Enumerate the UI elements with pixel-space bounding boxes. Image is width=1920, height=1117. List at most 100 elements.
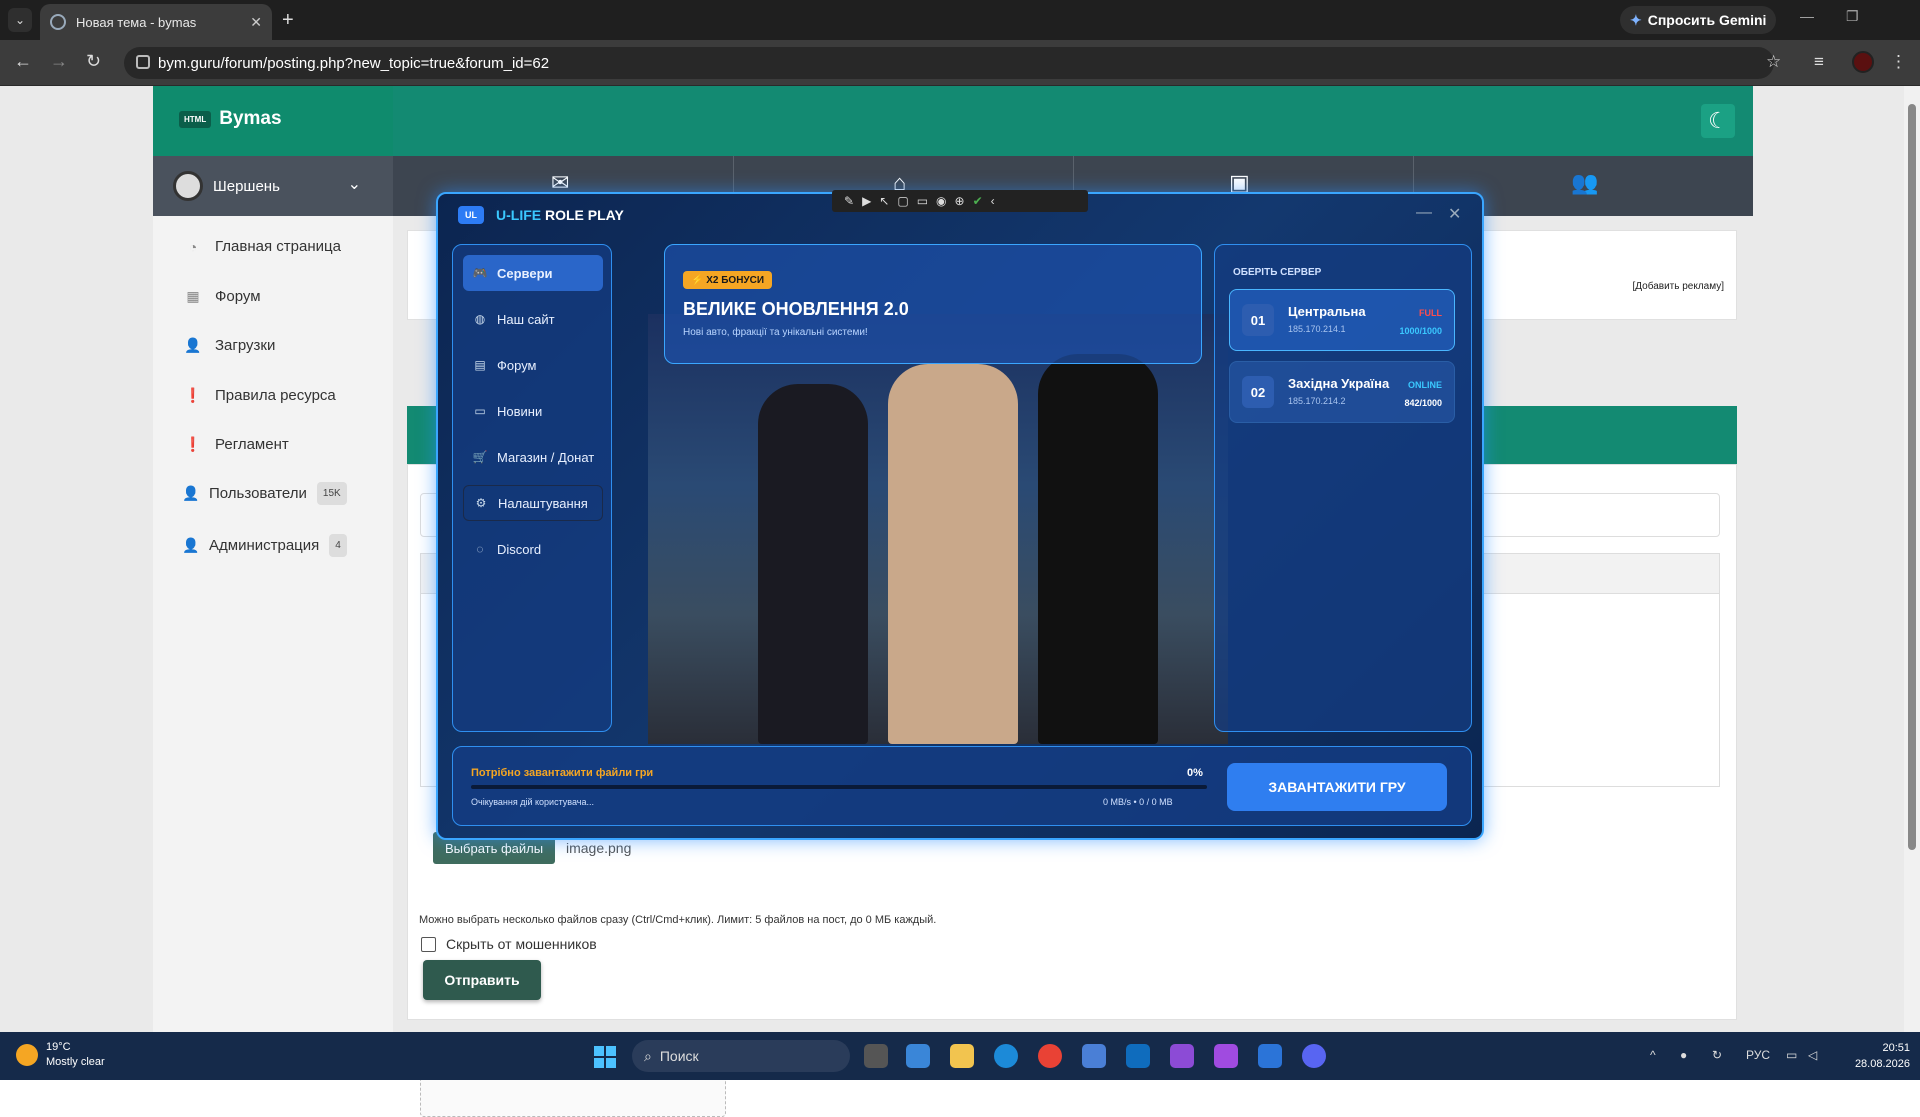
menu-item-servers[interactable]: 🎮 Сервери (463, 255, 603, 291)
update-banner[interactable]: ⚡ X2 БОНУСИ ВЕЛИКЕ ОНОВЛЕННЯ 2.0 Нові ав… (664, 244, 1202, 364)
sidebar-item-users[interactable]: 👤 Пользователи 15K (182, 482, 347, 505)
more-menu-icon[interactable]: ⋮ (1890, 52, 1907, 72)
launcher-taskbar-icon[interactable] (1258, 1044, 1282, 1068)
back-icon[interactable]: ← (14, 51, 32, 72)
scrollbar-thumb[interactable] (1908, 104, 1916, 850)
reload-icon[interactable]: ↻ (86, 51, 101, 72)
sidebar: ◔ Главная страница ▦ Форум 👤 Загрузки ❗ Прав… (153, 216, 393, 1032)
check-icon[interactable]: ✔ (973, 194, 983, 208)
launcher-menu: 🎮 Сервери ◍ Наш сайт ▤ Форум ▭ Новини 🛒 Магаз… (452, 244, 612, 732)
address-bar-row: ← → ↻ bym.guru/forum/posting.php?new_top… (0, 40, 1920, 86)
menu-item-label: Налаштування (498, 495, 588, 511)
tray-chevron-up-icon[interactable]: ^ (1650, 1048, 1656, 1062)
clock[interactable]: 20:51 28.08.2026 (1830, 1040, 1910, 1072)
server-ip: 185.170.214.1 (1288, 324, 1346, 334)
chrome-icon[interactable] (1038, 1044, 1062, 1068)
tray-sync-icon[interactable]: ↻ (1712, 1048, 1722, 1062)
add-ad-link[interactable]: [Добавить рекламу] (1632, 281, 1724, 292)
screen-icon[interactable]: ▭ (917, 194, 928, 208)
users-icon[interactable]: 👥 (1571, 170, 1598, 196)
menu-item-shop[interactable]: 🛒 Магазин / Донат (463, 439, 603, 475)
tray-app-icon[interactable]: ● (1680, 1048, 1687, 1062)
close-tab-icon[interactable]: ✕ (250, 14, 262, 31)
theme-toggle-moon-icon[interactable]: ☾ (1701, 104, 1735, 138)
url-field[interactable]: bym.guru/forum/posting.php?new_topic=tru… (124, 47, 1774, 79)
sidebar-item-forum[interactable]: ▦ Форум (185, 288, 260, 305)
weather-text: Mostly clear (46, 1056, 105, 1068)
profile-avatar-icon[interactable] (1852, 51, 1874, 73)
site-settings-icon[interactable] (136, 55, 150, 69)
discord-icon[interactable] (1302, 1044, 1326, 1068)
sidebar-item-downloads[interactable]: 👤 Загрузки (184, 337, 275, 354)
tab-menu-icon[interactable]: ⌄ (8, 8, 32, 32)
network-icon[interactable]: ▭ (1786, 1048, 1797, 1062)
user-menu[interactable]: Шершень ⌄ (153, 156, 393, 216)
volume-icon[interactable]: ◁ (1808, 1048, 1817, 1062)
frame-icon[interactable]: ▢ (897, 194, 908, 208)
browser-tab[interactable]: Новая тема - bymas ✕ (40, 4, 272, 40)
server-number: 01 (1242, 304, 1274, 336)
menu-item-settings[interactable]: ⚙ Налаштування (463, 485, 603, 521)
launcher-minimize-icon[interactable]: — (1416, 204, 1432, 222)
game-launcher-window: UL U-LIFE ROLE PLAY — ✕ 🎮 Сервери ◍ Наш са… (436, 192, 1484, 840)
cursor-icon[interactable]: ↖ (879, 194, 889, 208)
upload-hint: Можно выбрать несколько файлов сразу (Ct… (419, 914, 937, 926)
visual-studio-2-icon[interactable] (1214, 1044, 1238, 1068)
m365-icon[interactable] (906, 1044, 930, 1068)
windows-start-icon[interactable] (594, 1046, 616, 1068)
avatar (173, 171, 203, 201)
sidebar-item-home[interactable]: ◔ Главная страница (185, 238, 341, 255)
user-icon: 👤 (182, 485, 200, 501)
server-number: 02 (1242, 376, 1274, 408)
page-scrollbar[interactable] (1904, 86, 1920, 1032)
character-figure (758, 384, 868, 744)
media-icon[interactable]: ≡ (1814, 52, 1824, 72)
logo-text: Bymas (219, 108, 282, 129)
outlook-icon[interactable] (1126, 1044, 1150, 1068)
menu-item-discord[interactable]: ◌ Discord (463, 531, 603, 567)
accessibility-icon[interactable]: ⊕ (955, 194, 965, 208)
menu-item-website[interactable]: ◍ Наш сайт (463, 301, 603, 337)
edit-icon[interactable]: ✎ (844, 194, 854, 208)
minimize-icon[interactable]: — (1800, 8, 1814, 24)
edge-icon[interactable] (994, 1044, 1018, 1068)
visual-studio-icon[interactable] (1170, 1044, 1194, 1068)
sidebar-item-label: Регламент (215, 436, 289, 453)
character-figure (888, 364, 1018, 744)
video-icon[interactable]: ▶ (862, 194, 871, 208)
count-badge: 15K (316, 482, 347, 505)
chevron-left-icon[interactable]: ‹ (991, 194, 995, 208)
server-card-west[interactable]: 02 Західна Україна 185.170.214.2 ONLINE … (1229, 361, 1455, 423)
banner-subtitle: Нові авто, фракції та унікальні системи! (683, 327, 868, 338)
menu-item-news[interactable]: ▭ Новини (463, 393, 603, 429)
server-player-count: 842/1000 (1404, 398, 1442, 408)
sidebar-item-admins[interactable]: 👤 Администрация 4 (182, 534, 347, 557)
download-game-button[interactable]: ЗАВАНТАЖИТИ ГРУ (1227, 763, 1447, 811)
hide-from-scammers-checkbox[interactable]: Скрыть от мошенников (421, 936, 597, 952)
store-icon[interactable] (1082, 1044, 1106, 1068)
bookmark-star-icon[interactable]: ☆ (1766, 52, 1781, 72)
sidebar-item-rules[interactable]: ❗ Правила ресурса (184, 387, 336, 404)
server-card-central[interactable]: 01 Центральна 185.170.214.1 FULL 1000/10… (1229, 289, 1455, 351)
launcher-close-icon[interactable]: ✕ (1448, 204, 1461, 224)
input-language[interactable]: РУС (1746, 1048, 1770, 1062)
submit-button[interactable]: Отправить (423, 960, 541, 1000)
launcher-brand: U-LIFE ROLE PLAY (496, 207, 624, 223)
search-icon: ⌕ (644, 1047, 652, 1064)
new-tab-icon[interactable]: + (282, 8, 294, 32)
taskbar-search[interactable]: ⌕ Поиск (632, 1040, 850, 1072)
site-logo[interactable]: HTML Bymas (179, 108, 282, 130)
characters-artwork (648, 314, 1228, 744)
menu-item-forum[interactable]: ▤ Форум (463, 347, 603, 383)
gamepad-icon[interactable]: ◉ (936, 194, 946, 208)
sidebar-item-regulations[interactable]: ❗ Регламент (184, 436, 289, 453)
browser-tab-strip: ⌄ Новая тема - bymas ✕ + ✦ Спросить Gemin… (0, 0, 1920, 40)
file-explorer-icon[interactable] (950, 1044, 974, 1068)
task-view-icon[interactable] (864, 1044, 888, 1068)
gemini-button[interactable]: ✦ Спросить Gemini (1620, 6, 1777, 34)
checkbox-box[interactable] (421, 936, 436, 952)
maximize-icon[interactable]: ❐ (1846, 8, 1859, 25)
server-list-title: ОБЕРІТЬ СЕРВЕР (1233, 267, 1322, 278)
weather-widget[interactable]: 19°C Mostly clear (16, 1040, 105, 1070)
forward-icon[interactable]: → (50, 51, 68, 72)
